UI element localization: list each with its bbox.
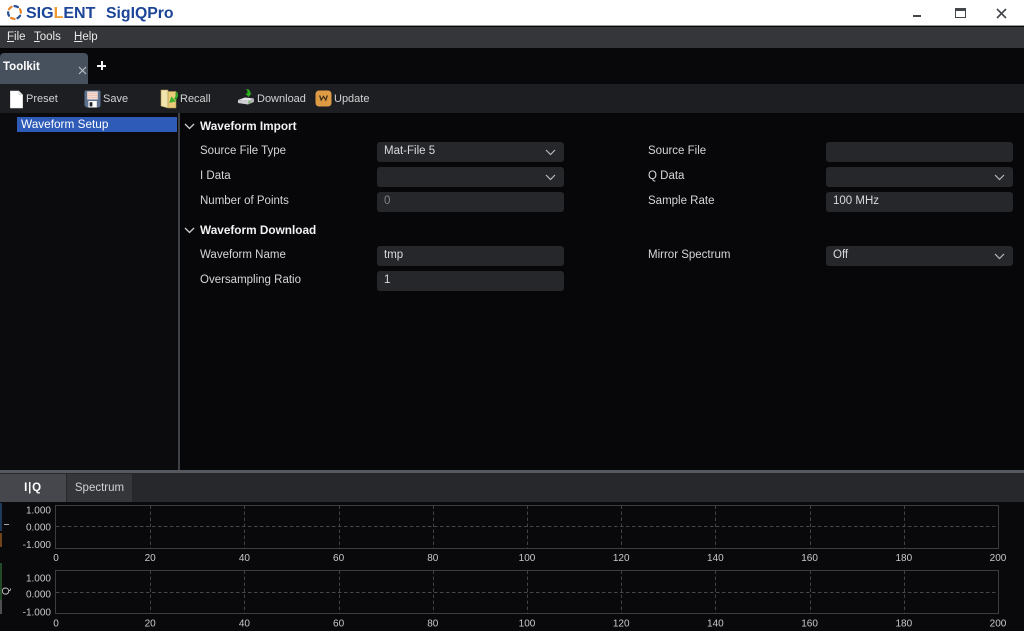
- svg-text:180: 180: [895, 619, 912, 630]
- svg-text:100: 100: [519, 553, 536, 564]
- svg-text:80: 80: [427, 553, 439, 564]
- svg-text:100: 100: [519, 619, 536, 630]
- svg-text:1.000: 1.000: [26, 506, 51, 517]
- svg-text:120: 120: [613, 619, 630, 630]
- svg-text:40: 40: [239, 553, 251, 564]
- svg-text:0: 0: [53, 553, 59, 564]
- svg-text:0.000: 0.000: [26, 590, 51, 601]
- svg-text:180: 180: [895, 553, 912, 564]
- svg-text:0: 0: [53, 619, 59, 630]
- svg-text:200: 200: [990, 619, 1007, 630]
- svg-text:200: 200: [990, 553, 1007, 564]
- svg-text:80: 80: [427, 619, 439, 630]
- svg-text:1.000: 1.000: [26, 574, 51, 585]
- svg-text:60: 60: [333, 553, 345, 564]
- svg-text:20: 20: [145, 619, 157, 630]
- svg-text:20: 20: [145, 553, 157, 564]
- svg-text:160: 160: [801, 619, 818, 630]
- svg-text:40: 40: [239, 619, 251, 630]
- svg-text:140: 140: [707, 619, 724, 630]
- svg-text:-1.000: -1.000: [23, 540, 52, 551]
- svg-text:-1.000: -1.000: [23, 608, 52, 619]
- svg-text:160: 160: [801, 553, 818, 564]
- svg-text:140: 140: [707, 553, 724, 564]
- svg-text:60: 60: [333, 619, 345, 630]
- svg-text:0.000: 0.000: [26, 523, 51, 534]
- svg-text:120: 120: [613, 553, 630, 564]
